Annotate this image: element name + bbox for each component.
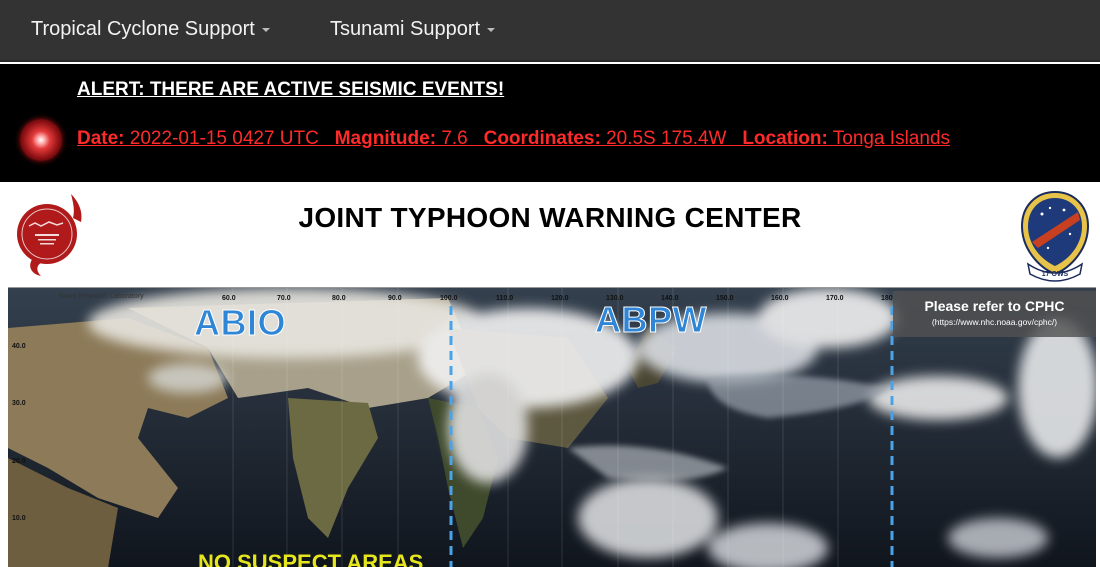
lon-tick: 100.0 [440, 295, 458, 302]
nav-tsunami-support[interactable]: Tsunami Support [330, 0, 496, 60]
date-label: Date: [77, 128, 125, 149]
lon-tick: 150.0 [716, 295, 734, 302]
nav-tropical-cyclone-support[interactable]: Tropical Cyclone Support [31, 0, 270, 60]
lat-tick: 30.0 [12, 400, 26, 407]
lon-tick: 170.0 [826, 295, 844, 302]
magnitude-label: Magnitude: [334, 128, 437, 149]
lon-tick: 160.0 [771, 295, 789, 302]
17-ows-patch-icon[interactable]: 17 OWS [1018, 190, 1092, 282]
cphc-url[interactable]: (https://www.nhc.noaa.gov/cphc/) [893, 317, 1096, 327]
cphc-title: Please refer to CPHC [924, 298, 1065, 314]
lon-tick: 80.0 [332, 295, 346, 302]
lat-tick: 40.0 [12, 343, 26, 350]
caret-down-icon [487, 27, 496, 32]
location-value: Tonga Islands [832, 128, 951, 149]
lon-tick: 110.0 [496, 295, 514, 302]
lon-tick: 90.0 [388, 295, 402, 302]
region-label-abpw[interactable]: ABPW [595, 299, 708, 341]
lon-tick: 120.0 [551, 295, 569, 302]
page-header: JOINT TYPHOON WARNING CENTER 17 OWS [0, 182, 1100, 288]
lat-tick: 20.0 [12, 458, 26, 465]
coordinates-value: 20.5S 175.4W [606, 128, 727, 149]
page-title: JOINT TYPHOON WARNING CENTER [298, 202, 802, 233]
lon-tick: 70.0 [277, 295, 291, 302]
seismic-event-link[interactable]: Date: 2022-01-15 0427 UTC Magnitude: 7.6… [77, 128, 950, 150]
location-label: Location: [742, 128, 828, 149]
date-value: 2022-01-15 0427 UTC [129, 128, 319, 149]
caret-down-icon [261, 27, 270, 32]
coordinates-label: Coordinates: [483, 128, 601, 149]
region-label-abio[interactable]: ABIO [194, 302, 287, 344]
lon-tick: 180 [881, 295, 893, 302]
nrl-credit: Naval Research Laboratory [58, 293, 144, 300]
nav-label: Tsunami Support [330, 18, 481, 40]
seismic-alert-banner: ALERT: THERE ARE ACTIVE SEISMIC EVENTS! … [0, 64, 1100, 182]
cphc-referral-box[interactable]: Please refer to CPHC (https://www.nhc.no… [893, 291, 1096, 337]
nav-label: Tropical Cyclone Support [31, 18, 255, 40]
satellite-imagery-map[interactable]: Naval Research Laboratory 60.0 70.0 80.0… [8, 287, 1096, 567]
magnitude-value: 7.6 [441, 128, 468, 149]
earthquake-icon [20, 119, 62, 161]
suspect-areas-text: NO SUSPECT AREAS [198, 550, 424, 567]
lat-tick: 10.0 [12, 515, 26, 522]
patch-label: 17 OWS [1042, 271, 1069, 278]
top-navbar: Tropical Cyclone Support Tsunami Support [0, 0, 1100, 62]
lon-tick: 60.0 [222, 295, 236, 302]
alert-title: ALERT: THERE ARE ACTIVE SEISMIC EVENTS! [77, 79, 505, 100]
